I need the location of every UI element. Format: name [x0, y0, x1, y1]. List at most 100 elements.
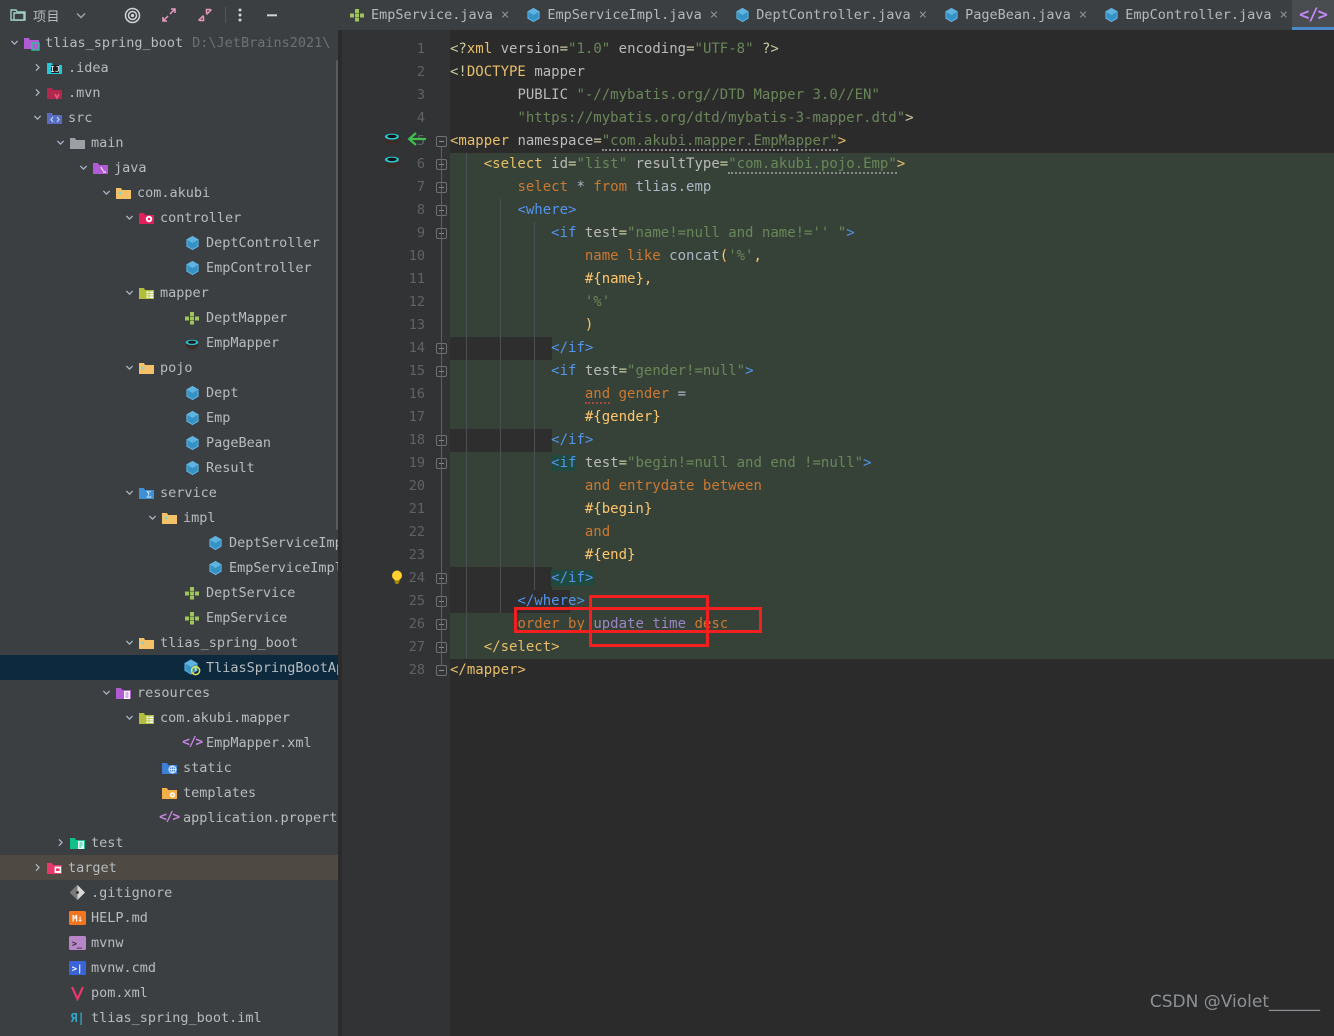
code-editor[interactable]: 1 2 3 4 5 6 7 8 9 10 11 12 13 14 15 16 17 18 19 20 21 22 23 24 2…: [342, 30, 1334, 1036]
tree-row-label: test: [91, 834, 124, 851]
tree-row-empcontroller[interactable]: EmpController: [0, 255, 340, 280]
tree-expand-arrow-icon[interactable]: [144, 505, 160, 530]
tree-row-deptmapper[interactable]: DeptMapper: [0, 305, 340, 330]
tree-row-static[interactable]: static: [0, 755, 340, 780]
mybatis-statement-icon[interactable]: [382, 128, 404, 152]
tree-row-pagebean[interactable]: PageBean: [0, 430, 340, 455]
project-tree-panel[interactable]: tlias_spring_boot D:\JetBrains2021\ IJ .ide…: [0, 30, 340, 1036]
tree-row-tliasspringbootapplic[interactable]: TliasSpringBootApplic: [0, 655, 340, 680]
code-line: "https://mybatis.org/dtd/mybatis-3-mappe…: [517, 110, 914, 126]
chevron-down-icon[interactable]: [74, 8, 88, 22]
tree-row-label: static: [183, 759, 232, 776]
minimize-icon[interactable]: [264, 7, 280, 23]
tree-expand-arrow-icon[interactable]: [6, 30, 22, 55]
svg-text:>_: >_: [71, 939, 82, 949]
tree-row-result[interactable]: Result: [0, 455, 340, 480]
tree-row-deptserviceimpl[interactable]: DeptServiceImpl: [0, 530, 340, 555]
code-folding-column[interactable]: [432, 30, 450, 1036]
collapse-all-icon[interactable]: [197, 7, 213, 23]
tree-arrow-placeholder: [167, 305, 183, 330]
tree-expand-arrow-icon[interactable]: [75, 155, 91, 180]
tree-arrow-placeholder: [167, 380, 183, 405]
tree-row--idea[interactable]: IJ .idea: [0, 55, 340, 80]
sidebar-scrollbar[interactable]: [336, 60, 340, 530]
code-line: <if test="gender!=null">: [551, 363, 754, 379]
tree-expand-arrow-icon[interactable]: [52, 130, 68, 155]
tree-row-main[interactable]: main: [0, 130, 340, 155]
tree-expand-arrow-icon[interactable]: [121, 205, 137, 230]
project-tool-label: 项目: [33, 9, 61, 25]
tree-row-com-akubi[interactable]: com.akubi: [0, 180, 340, 205]
navigate-left-arrow-icon[interactable]: [406, 131, 428, 151]
module-folder-icon: [22, 34, 40, 52]
tree-row-help-md[interactable]: M↓ HELP.md: [0, 905, 340, 930]
expand-all-icon[interactable]: [161, 7, 177, 23]
tree-row-impl[interactable]: impl: [0, 505, 340, 530]
tree-row-controller[interactable]: controller: [0, 205, 340, 230]
tree-row-application-properties[interactable]: </>application.properties: [0, 805, 340, 830]
tree-row-templates[interactable]: templates: [0, 780, 340, 805]
tree-row-deptservice[interactable]: DeptService: [0, 580, 340, 605]
mybatis-statement-icon[interactable]: [382, 151, 404, 175]
tree-expand-arrow-icon[interactable]: [121, 480, 137, 505]
editor-tab-close-icon[interactable]: ×: [708, 8, 718, 22]
tree-expand-arrow-icon[interactable]: [29, 855, 45, 880]
tree-expand-arrow-icon[interactable]: [121, 630, 137, 655]
editor-tab-close-icon[interactable]: ×: [499, 8, 509, 22]
tree-row-empmapper-xml[interactable]: </> EmpMapper.xml: [0, 730, 340, 755]
tree-row-tlias_spring_boot-iml[interactable]: Я| tlias_spring_boot.iml: [0, 1005, 340, 1030]
tree-row-target[interactable]: target: [0, 855, 340, 880]
tree-row-resources[interactable]: resources: [0, 680, 340, 705]
tree-row-tlias_spring_boot[interactable]: tlias_spring_boot: [0, 630, 340, 655]
tree-expand-arrow-icon[interactable]: [121, 705, 137, 730]
code-fold-toggle[interactable]: [436, 665, 447, 676]
tree-row--gitignore[interactable]: .gitignore: [0, 880, 340, 905]
tree-row-empmapper[interactable]: EmpMapper: [0, 330, 340, 355]
tree-row-mvnw[interactable]: >_ mvnw: [0, 930, 340, 955]
tree-row-empservice[interactable]: EmpService: [0, 605, 340, 630]
tree-expand-arrow-icon[interactable]: [121, 280, 137, 305]
code-content-area[interactable]: <?xml version="1.0" encoding="UTF-8" ?> <…: [450, 30, 1334, 1036]
tree-row-mapper[interactable]: mapper: [0, 280, 340, 305]
tree-expand-arrow-icon[interactable]: [121, 355, 137, 380]
tree-row-pojo[interactable]: pojo: [0, 355, 340, 380]
svg-text:IJ: IJ: [50, 65, 60, 74]
editor-tab-empserviceimpl-java[interactable]: EmpServiceImpl.java ×: [517, 0, 727, 30]
tree-row-pom-xml[interactable]: pom.xml: [0, 980, 340, 1005]
tree-row-empserviceimpl[interactable]: EmpServiceImpl: [0, 555, 340, 580]
tree-expand-arrow-icon[interactable]: [29, 55, 45, 80]
editor-tab-empservice-java[interactable]: EmpService.java ×: [340, 0, 518, 30]
tree-row-com-akubi-mapper[interactable]: com.akubi.mapper: [0, 705, 340, 730]
tree-row-src[interactable]: src: [0, 105, 340, 130]
more-options-icon[interactable]: [238, 7, 242, 23]
tree-expand-arrow-icon[interactable]: [29, 105, 45, 130]
tree-row-dept[interactable]: Dept: [0, 380, 340, 405]
editor-tab-pagebean-java[interactable]: PageBean.java ×: [935, 0, 1096, 30]
code-view-toggle[interactable]: </>: [1292, 0, 1334, 30]
intention-bulb-icon[interactable]: [388, 568, 406, 590]
tree-row-deptcontroller[interactable]: DeptController: [0, 230, 340, 255]
editor-tab-empcontroller-java[interactable]: EmpController.java ×: [1095, 0, 1292, 30]
editor-tab-close-icon[interactable]: ×: [1077, 8, 1087, 22]
tree-row-emp[interactable]: Emp: [0, 405, 340, 430]
editor-tab-close-icon[interactable]: ×: [917, 8, 927, 22]
code-fold-toggle[interactable]: [436, 136, 447, 147]
editor-tab-label: EmpServiceImpl.java: [547, 7, 702, 23]
tree-row--mvn[interactable]: .mvn: [0, 80, 340, 105]
target-locate-icon[interactable]: [124, 7, 141, 24]
editor-gutter[interactable]: 1 2 3 4 5 6 7 8 9 10 11 12 13 14 15 16 17 18 19 20 21 22 23 24 2…: [342, 30, 432, 1036]
tree-row-service[interactable]: Σservice: [0, 480, 340, 505]
tree-row-mvnw-cmd[interactable]: >| mvnw.cmd: [0, 955, 340, 980]
tree-expand-arrow-icon[interactable]: [29, 80, 45, 105]
editor-tab-close-icon[interactable]: ×: [1278, 8, 1288, 22]
tree-row-test[interactable]: test: [0, 830, 340, 855]
tree-expand-arrow-icon[interactable]: [52, 830, 68, 855]
tree-row-label: PageBean: [206, 434, 272, 451]
tree-row-tlias_spring_boot[interactable]: tlias_spring_boot D:\JetBrains2021\: [0, 30, 340, 55]
code-fold-region-line: [441, 170, 442, 643]
tree-expand-arrow-icon[interactable]: [98, 680, 114, 705]
class-icon: [183, 434, 201, 452]
editor-tab-deptcontroller-java[interactable]: DeptController.java ×: [726, 0, 936, 30]
tree-expand-arrow-icon[interactable]: [98, 180, 114, 205]
tree-row-java[interactable]: java: [0, 155, 340, 180]
